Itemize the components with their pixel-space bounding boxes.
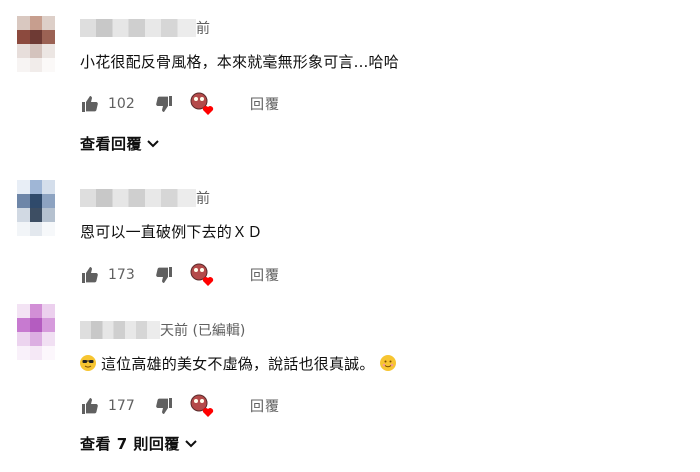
view-replies-label: 查看 7 則回覆 — [80, 435, 180, 453]
comment-timestamp[interactable]: 前 — [196, 18, 210, 38]
blurred-author-name[interactable] — [80, 189, 196, 207]
like-count: 173 — [108, 267, 135, 283]
comment-actions: 102 回覆 — [80, 92, 280, 116]
reply-button[interactable]: 回覆 — [250, 94, 280, 114]
comment-text: 恩可以一直破例下去的ＸＤ — [80, 223, 263, 241]
thumbs-down-icon[interactable] — [154, 396, 174, 416]
comment-header: 前 — [80, 188, 210, 208]
thumbs-down-icon[interactable] — [154, 94, 174, 114]
creator-heart-icon — [190, 394, 216, 418]
smiling-face-emoji-icon — [379, 355, 396, 371]
comment-text: 這位高雄的美女不虛偽，說話也很真誠。 — [80, 353, 396, 374]
comment-text-body: 這位高雄的美女不虛偽，說話也很真誠。 — [100, 355, 375, 373]
creator-heart-icon — [190, 92, 216, 116]
thumbs-down-icon[interactable] — [154, 265, 174, 285]
reply-button[interactable]: 回覆 — [250, 396, 280, 416]
chevron-down-icon — [185, 439, 197, 447]
comment-actions: 173 回覆 — [80, 263, 280, 287]
comment-timestamp[interactable]: 天前 (已編輯) — [160, 320, 245, 340]
comment-header: 前 — [80, 18, 210, 38]
sunglasses-emoji-icon — [80, 355, 96, 371]
thumbs-up-icon[interactable] — [80, 396, 100, 416]
blurred-author-name[interactable] — [80, 321, 160, 339]
reply-button[interactable]: 回覆 — [250, 265, 280, 285]
view-replies-button[interactable]: 查看回覆 — [80, 133, 160, 154]
avatar[interactable] — [17, 16, 55, 72]
comment-header: 天前 (已編輯) — [80, 320, 245, 340]
view-replies-label: 查看回覆 — [80, 135, 143, 153]
comment-actions: 177 回覆 — [80, 394, 280, 418]
avatar[interactable] — [17, 304, 55, 360]
creator-heart-icon — [190, 263, 216, 287]
view-replies-button[interactable]: 查看 7 則回覆 — [80, 433, 198, 454]
thumbs-up-icon[interactable] — [80, 265, 100, 285]
blurred-author-name[interactable] — [80, 19, 196, 37]
like-count: 177 — [108, 398, 135, 414]
chevron-down-icon — [147, 139, 159, 147]
avatar[interactable] — [17, 180, 55, 236]
comment-timestamp[interactable]: 前 — [196, 188, 210, 208]
thumbs-up-icon[interactable] — [80, 94, 100, 114]
comment-text: 小花很配反骨風格，本來就毫無形象可言...哈哈 — [80, 53, 399, 71]
like-count: 102 — [108, 96, 135, 112]
